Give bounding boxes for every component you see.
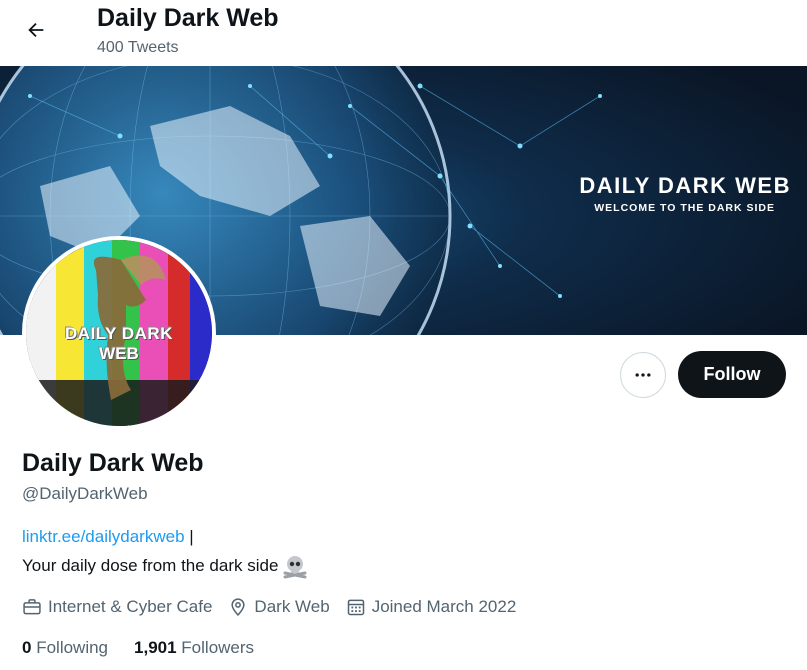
following-count: 0	[22, 638, 32, 657]
category-text: Internet & Cyber Cafe	[48, 597, 213, 616]
followers-count: 1,901	[134, 638, 177, 657]
avatar[interactable]: DAILY DARK WEB	[22, 236, 216, 430]
bio-link[interactable]: linktr.ee/dailydarkweb	[22, 527, 185, 546]
calendar-icon	[347, 599, 364, 616]
avatar-text-line2: WEB	[99, 344, 139, 363]
profile-name: Daily Dark Web	[22, 449, 204, 477]
bio-text: Your daily dose from the dark side	[22, 556, 279, 575]
following-label: Following	[36, 638, 109, 657]
profile-meta: Internet & Cyber Cafe Dark Web Joined Ma…	[22, 597, 532, 617]
banner-subtitle: WELCOME TO THE DARK SIDE	[594, 202, 775, 214]
profile-header: Daily Dark Web 400 Tweets	[0, 0, 807, 66]
tweet-count: 400 Tweets	[97, 39, 179, 56]
bio-line-1: linktr.ee/dailydarkweb |	[22, 527, 194, 547]
bio-separator: |	[184, 527, 194, 546]
location-text: Dark Web	[254, 597, 330, 616]
profile-handle: @DailyDarkWeb	[22, 484, 148, 503]
follow-button[interactable]: Follow	[678, 351, 786, 398]
location-item: Dark Web	[228, 597, 330, 617]
category-item: Internet & Cyber Cafe	[22, 597, 212, 617]
followers-label: Followers	[181, 638, 255, 657]
back-button[interactable]	[18, 12, 54, 48]
skull-crossbones-icon	[282, 553, 308, 579]
more-horizontal-icon	[635, 373, 651, 377]
following-link[interactable]: 0 Following	[22, 638, 108, 658]
followers-link[interactable]: 1,901 Followers	[134, 638, 254, 658]
briefcase-icon	[23, 599, 41, 615]
profile-stats: 0 Following 1,901 Followers	[22, 638, 280, 658]
header-title: Daily Dark Web	[97, 4, 279, 32]
joined-text: Joined March 2022	[371, 597, 517, 616]
more-options-button[interactable]	[620, 352, 666, 398]
joined-item: Joined March 2022	[346, 597, 517, 617]
location-pin-icon	[231, 598, 246, 616]
bio-line-2: Your daily dose from the dark side	[22, 553, 308, 579]
banner-title: DAILY DARK WEB	[579, 173, 791, 198]
avatar-text-line1: DAILY DARK	[65, 324, 173, 343]
arrow-left-icon	[28, 22, 44, 38]
